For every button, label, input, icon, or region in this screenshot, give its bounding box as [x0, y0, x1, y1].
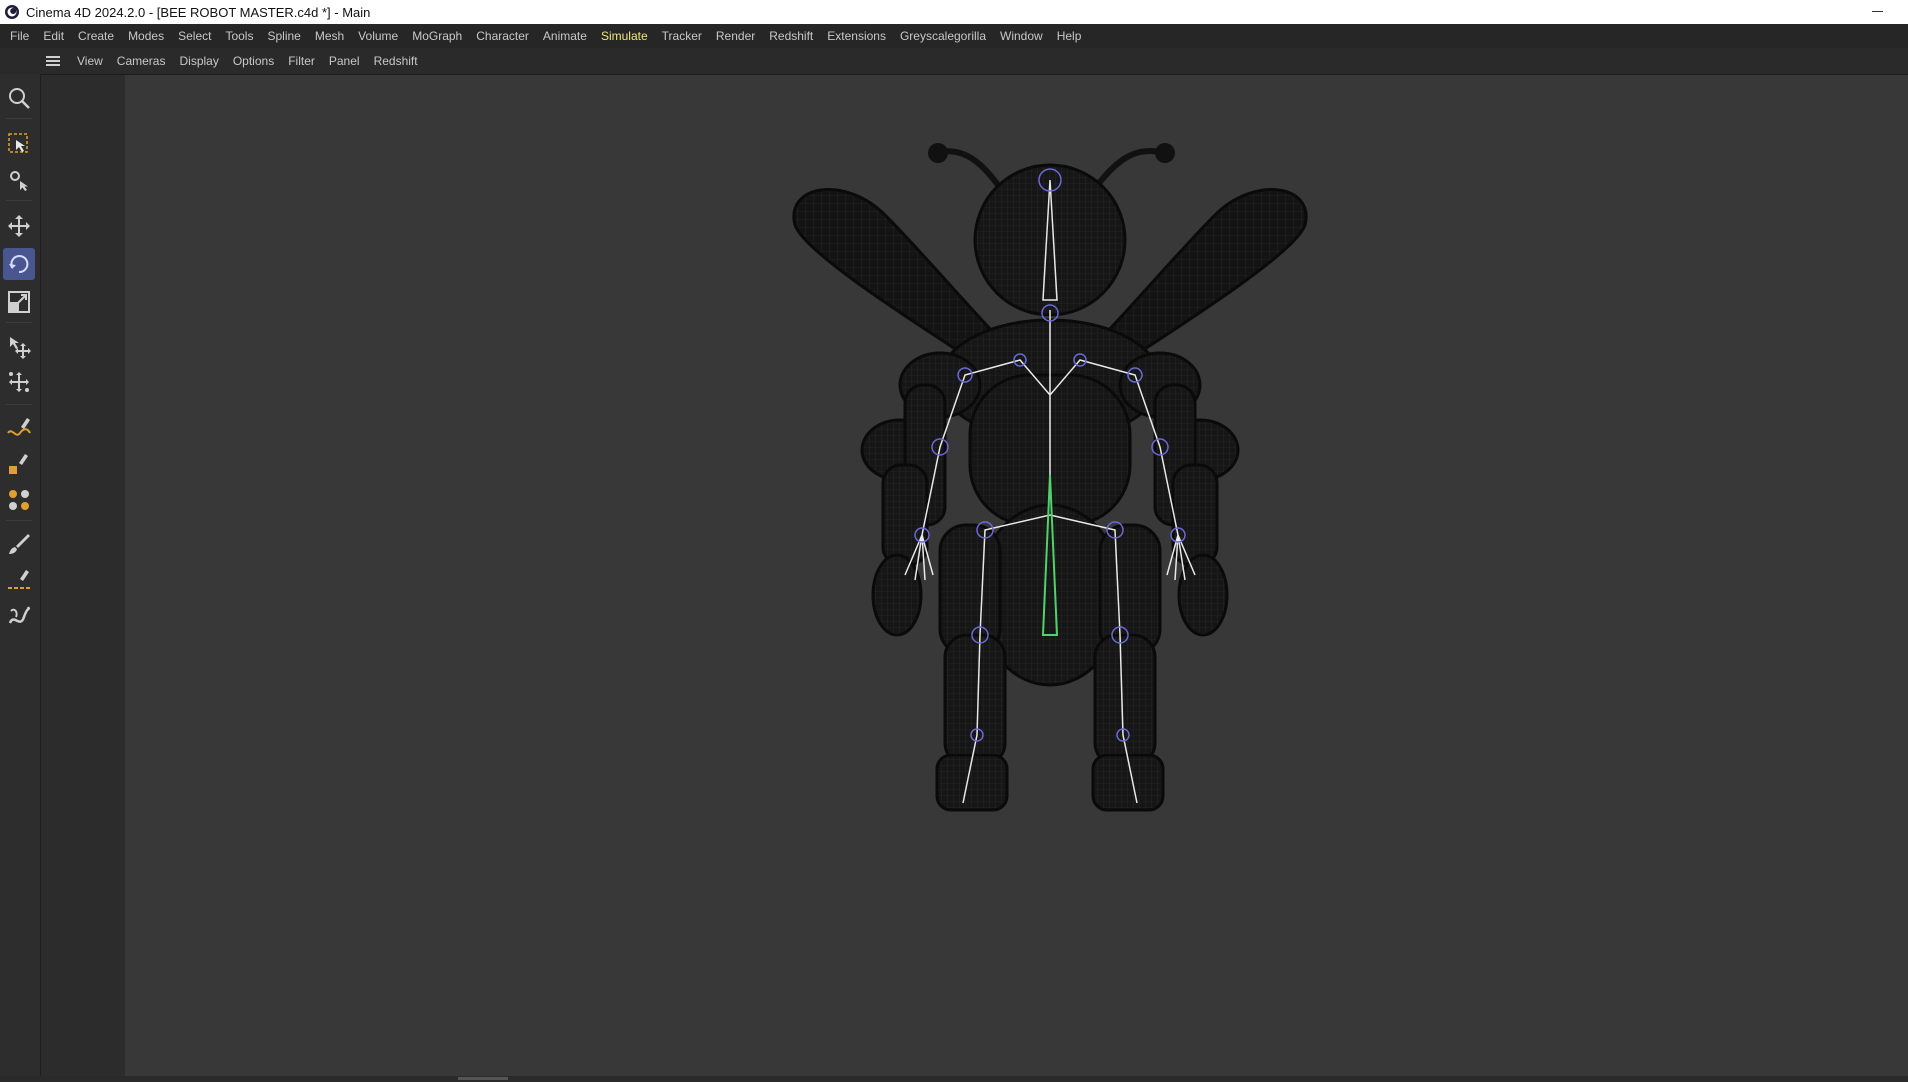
viewport-toolbar: View Cameras Display Options Filter Pane…	[0, 48, 1908, 75]
menu-help[interactable]: Help	[1050, 29, 1089, 43]
hamburger-icon[interactable]	[40, 48, 64, 74]
brush-icon[interactable]	[3, 528, 35, 560]
viewport-canvas[interactable]	[125, 75, 1908, 1077]
right-foot	[1091, 753, 1165, 812]
transform-icon[interactable]	[3, 366, 35, 398]
menu-select[interactable]: Select	[171, 29, 218, 43]
menu-redshift[interactable]: Redshift	[762, 29, 820, 43]
viewport-menu-filter[interactable]: Filter	[281, 54, 322, 68]
tweak-icon[interactable]	[3, 164, 35, 196]
left-foot	[935, 753, 1009, 812]
menu-simulate[interactable]: Simulate	[594, 29, 655, 43]
menu-create[interactable]: Create	[71, 29, 121, 43]
viewport-menu-options[interactable]: Options	[226, 54, 281, 68]
menu-extensions[interactable]: Extensions	[820, 29, 893, 43]
axis-move-icon[interactable]	[3, 330, 35, 362]
menu-render[interactable]: Render	[709, 29, 762, 43]
main-menu-bar: File Edit Create Modes Select Tools Spli…	[0, 24, 1908, 48]
viewport-menu-display[interactable]: Display	[172, 54, 225, 68]
viewport-menu-redshift[interactable]: Redshift	[367, 54, 425, 68]
right-hand	[1177, 553, 1229, 637]
spline-primitive-icon[interactable]	[3, 448, 35, 480]
spline-pen-icon[interactable]	[3, 412, 35, 444]
rotate-icon[interactable]	[3, 248, 35, 280]
menu-animate[interactable]: Animate	[536, 29, 594, 43]
magnifier-icon[interactable]	[3, 82, 35, 114]
title-bar: Cinema 4D 2024.2.0 - [BEE ROBOT MASTER.c…	[0, 0, 1908, 24]
cinema4d-logo-icon	[5, 5, 19, 19]
menu-character[interactable]: Character	[469, 29, 536, 43]
tool-palette	[0, 74, 41, 1080]
menu-edit[interactable]: Edit	[36, 29, 71, 43]
window-title: Cinema 4D 2024.2.0 - [BEE ROBOT MASTER.c…	[26, 4, 371, 20]
status-strip	[0, 1076, 1908, 1080]
viewport-menu-cameras[interactable]: Cameras	[110, 54, 173, 68]
menu-file[interactable]: File	[0, 29, 36, 43]
minimize-icon[interactable]	[1872, 4, 1886, 18]
scale-icon[interactable]	[3, 286, 35, 318]
menu-greyscalegorilla[interactable]: Greyscalegorilla	[893, 29, 993, 43]
mograph-icon[interactable]	[3, 484, 35, 516]
sketch-pen-icon[interactable]	[3, 564, 35, 596]
viewport-menu-panel[interactable]: Panel	[322, 54, 367, 68]
bee-robot-wireframe-model[interactable]	[125, 75, 1908, 1077]
live-selection-icon[interactable]	[3, 128, 35, 160]
sculpt-icon[interactable]	[3, 600, 35, 632]
viewport-menu: View Cameras Display Options Filter Pane…	[40, 48, 425, 74]
menu-window[interactable]: Window	[993, 29, 1050, 43]
viewport-safe-frame-left	[41, 75, 125, 1077]
menu-mograph[interactable]: MoGraph	[405, 29, 469, 43]
left-hand	[871, 553, 923, 637]
move-icon[interactable]	[3, 210, 35, 242]
menu-modes[interactable]: Modes	[121, 29, 171, 43]
menu-tracker[interactable]: Tracker	[655, 29, 709, 43]
menu-mesh[interactable]: Mesh	[308, 29, 351, 43]
menu-spline[interactable]: Spline	[260, 29, 307, 43]
menu-volume[interactable]: Volume	[351, 29, 405, 43]
menu-tools[interactable]: Tools	[218, 29, 260, 43]
viewport-menu-view[interactable]: View	[70, 54, 110, 68]
